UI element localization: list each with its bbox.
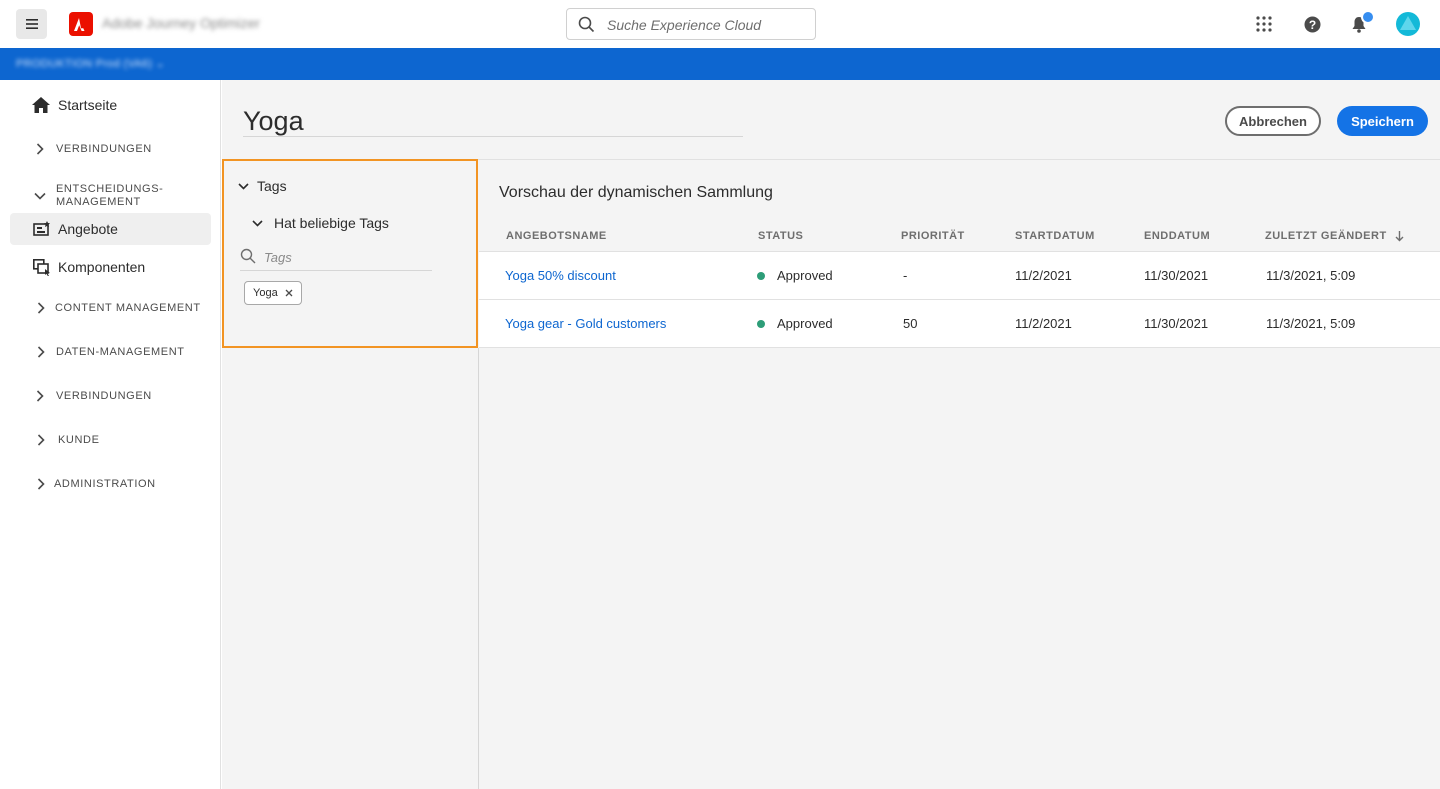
top-bar: Adobe Journey Optimizer ? [0,0,1440,48]
search-icon [578,16,595,38]
last-modified-cell: 11/3/2021, 5:09 [1266,268,1356,283]
sidebar-item-home[interactable]: Startseite [10,89,211,121]
table-row[interactable]: Yoga gear - Gold customers Approved 50 1… [479,300,1440,348]
svg-text:?: ? [1308,18,1315,32]
collection-name-field[interactable]: Yoga [243,102,743,137]
sidebar-item-label: KUNDE [58,433,100,446]
chevron-down-icon [34,192,46,200]
column-header-last-modified-label: ZULETZT GEÄNDERT [1265,230,1387,242]
sidebar-item-verbindungen[interactable]: VERBINDUNGEN [10,133,211,165]
offers-table: ANGEBOTSNAME STATUS PRIORITÄT STARTDATUM… [479,222,1440,348]
offers-icon [32,221,52,237]
priority-cell: 50 [903,316,918,331]
tags-search[interactable] [240,243,432,271]
chevron-right-icon [35,302,47,314]
column-header-offer-name[interactable]: ANGEBOTSNAME [506,230,607,242]
priority-cell: - [903,268,908,283]
tags-condition-toggle[interactable]: Hat beliebige Tags [252,215,389,231]
sidebar-item-label: Angebote [58,221,118,237]
app-name[interactable]: Adobe Journey Optimizer [102,15,260,31]
column-header-end-date[interactable]: ENDDATUM [1144,230,1210,242]
status-dot-icon [757,271,765,280]
page-title[interactable]: Yoga [243,106,304,137]
tags-section-label: Tags [257,178,287,194]
sidebar-item-data-management[interactable]: DATEN-MANAGEMENT [10,336,211,368]
preview-title: Vorschau der dynamischen Sammlung [499,184,773,201]
sidebar-item-label-line2: MANAGEMENT [56,196,141,208]
global-search[interactable] [566,8,816,40]
close-icon[interactable] [285,289,293,297]
help-icon[interactable]: ? [1300,12,1324,36]
sidebar-item-administration[interactable]: ADMINISTRATION [10,468,211,500]
org-switcher-bar: PRODUKTION Prod (VA6) ⌄ [0,48,1440,80]
column-header-start-date[interactable]: STARTDATUM [1015,230,1095,242]
chevron-right-icon [34,143,46,155]
tag-chip-label: Yoga [253,287,278,299]
chevron-right-icon [34,390,46,402]
apps-grid-icon[interactable] [1252,12,1276,36]
table-header: ANGEBOTSNAME STATUS PRIORITÄT STARTDATUM… [479,222,1440,252]
org-switcher[interactable]: PRODUKTION Prod (VA6) ⌄ [16,57,165,70]
sidebar-item-label: VERBINDUNGEN [56,142,152,155]
start-date-cell: 11/2/2021 [1015,268,1072,283]
main-content: Yoga Abbrechen Speichern Tags Hat belieb… [222,80,1440,789]
end-date-cell: 11/30/2021 [1144,268,1209,283]
sidebar-item-label: Startseite [58,97,118,113]
sidebar-item-label: Komponenten [58,259,146,275]
offer-name-link[interactable]: Yoga gear - Gold customers [505,316,666,331]
tags-section-toggle[interactable]: Tags [238,178,287,194]
dynamic-collection-preview: Vorschau der dynamischen Sammlung ANGEBO… [479,159,1440,789]
status-label: Approved [777,268,833,283]
org-name: PRODUKTION Prod (VA6) [16,58,153,70]
chevron-right-icon [35,434,47,446]
cancel-button[interactable]: Abbrechen [1225,106,1321,136]
chevron-down-icon [238,182,249,190]
sidebar-item-label: ADMINISTRATION [54,477,156,490]
status-dot-icon [757,319,765,328]
sidebar-item-label-line1: ENTSCHEIDUNGS- [56,183,164,195]
sidebar-item-label: ENTSCHEIDUNGS- MANAGEMENT [56,183,163,209]
status-label: Approved [777,316,833,331]
menu-icon [25,19,38,29]
sidebar-item-content-management[interactable]: CONTENT MANAGEMENT [10,292,211,324]
chevron-right-icon [35,478,47,490]
status-cell: Approved [757,316,833,331]
sidebar-item-label: CONTENT MANAGEMENT [55,301,201,314]
sidebar-item-verbindungen-2[interactable]: VERBINDUNGEN [10,380,211,412]
tag-chip: Yoga [244,281,302,305]
sidebar-item-label: VERBINDUNGEN [56,389,152,402]
arrow-down-icon [1395,230,1404,241]
start-date-cell: 11/2/2021 [1015,316,1072,331]
column-header-last-modified[interactable]: ZULETZT GEÄNDERT [1265,230,1404,242]
tags-filter-panel: Tags Hat beliebige Tags Yoga [222,159,478,348]
avatar[interactable] [1396,12,1420,36]
global-search-input[interactable] [607,15,807,35]
column-header-status[interactable]: STATUS [758,230,803,242]
sidebar-item-offers[interactable]: Angebote [10,213,211,245]
chevron-down-icon [252,219,263,227]
tags-search-input[interactable] [264,247,424,267]
chevron-right-icon [35,346,47,358]
search-icon [240,248,256,264]
menu-button[interactable] [16,9,47,39]
offer-name-link[interactable]: Yoga 50% discount [505,268,616,283]
sidebar: Startseite VERBINDUNGEN ENTSCHEIDUNGS- MA… [0,80,221,789]
notification-badge [1361,10,1375,24]
status-cell: Approved [757,268,833,283]
adobe-logo-icon[interactable] [69,12,93,36]
column-header-priority[interactable]: PRIORITÄT [901,230,965,242]
last-modified-cell: 11/3/2021, 5:09 [1266,316,1356,331]
table-row[interactable]: Yoga 50% discount Approved - 11/2/2021 1… [479,252,1440,300]
home-icon [31,97,51,113]
sidebar-item-decision-management[interactable]: ENTSCHEIDUNGS- MANAGEMENT [10,176,211,216]
sidebar-item-components[interactable]: Komponenten [10,251,211,283]
tags-condition-label: Hat beliebige Tags [274,215,389,231]
save-button[interactable]: Speichern [1337,106,1428,136]
sidebar-item-label: DATEN-MANAGEMENT [56,345,185,358]
components-icon [32,258,52,276]
end-date-cell: 11/30/2021 [1144,316,1209,331]
sidebar-item-kunde[interactable]: KUNDE [10,424,211,456]
